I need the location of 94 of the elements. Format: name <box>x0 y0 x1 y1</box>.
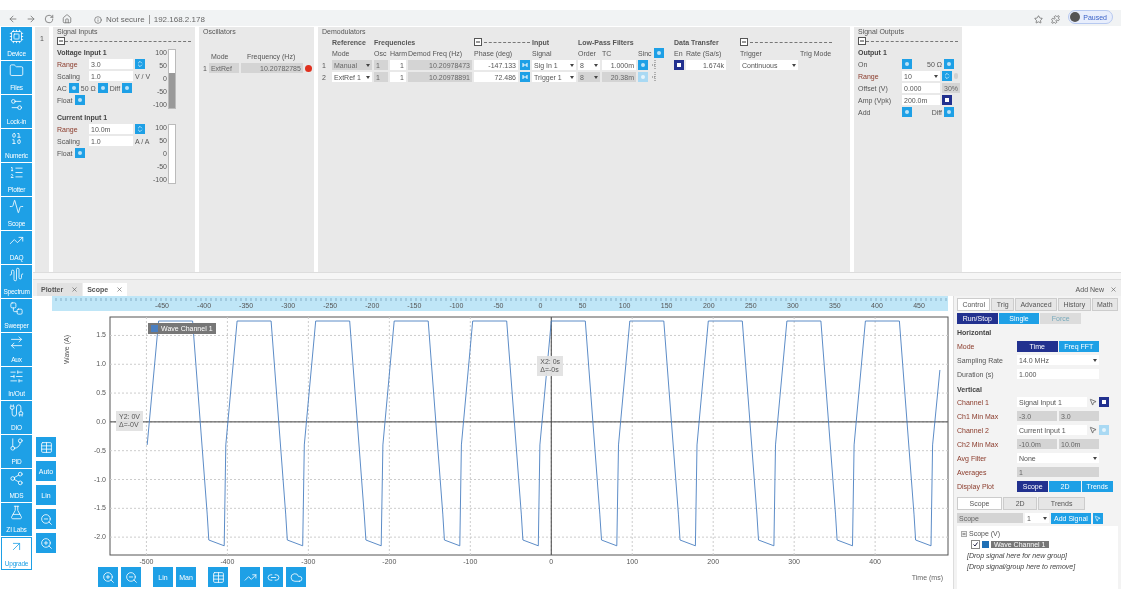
splitter-bar[interactable] <box>33 272 1121 280</box>
pointer-icon <box>1094 514 1102 522</box>
arrows-icon <box>136 60 144 68</box>
caret-icon <box>366 63 370 67</box>
zoom-out-icon <box>124 570 138 584</box>
close-icon[interactable] <box>71 286 79 293</box>
zero-phase-button[interactable] <box>520 72 530 82</box>
zoom-out-icon <box>39 512 53 526</box>
table-icon <box>211 570 225 584</box>
pointer-button[interactable] <box>1092 512 1103 524</box>
pointer-icon <box>1089 426 1097 434</box>
collapse-icon[interactable] <box>474 38 482 46</box>
home-icon[interactable] <box>62 14 72 24</box>
table-button[interactable] <box>208 567 228 587</box>
signal-checkbox[interactable] <box>971 540 980 549</box>
level-meter <box>168 124 176 184</box>
workflow-icon <box>9 301 24 316</box>
link-button[interactable] <box>263 567 283 587</box>
caret-icon <box>792 63 796 67</box>
cable-icon <box>9 403 24 418</box>
chip-icon <box>9 29 24 44</box>
share-icon <box>9 471 24 486</box>
auto-range-button[interactable] <box>135 59 145 69</box>
address-text: 192.168.2.178 <box>153 15 205 24</box>
toggle-button[interactable] <box>122 83 133 93</box>
collapse-icon[interactable] <box>740 38 748 46</box>
zero-phase-button[interactable] <box>520 60 530 70</box>
close-icon[interactable] <box>1110 286 1117 293</box>
pointer-icon <box>1089 398 1097 406</box>
toggle-button[interactable] <box>653 48 664 58</box>
zoom-in-button[interactable] <box>36 533 56 553</box>
pulse-icon <box>9 199 24 214</box>
branch-icon <box>9 437 24 452</box>
caret-icon <box>366 75 370 79</box>
toggle-button[interactable] <box>944 59 954 69</box>
phase-icon <box>522 74 528 80</box>
toggle-button[interactable] <box>68 83 79 93</box>
channel-enable-button[interactable] <box>1099 397 1109 407</box>
toggle-button[interactable] <box>944 107 954 117</box>
bracket-icon <box>652 72 658 82</box>
collapse-icon[interactable] <box>858 37 866 45</box>
table-button[interactable] <box>36 437 56 457</box>
star-icon[interactable] <box>1034 15 1044 24</box>
forward-icon[interactable] <box>26 14 36 24</box>
bracket-icon <box>652 60 658 70</box>
info-icon[interactable] <box>94 15 102 24</box>
cursor-line[interactable] <box>550 316 552 556</box>
reload-icon[interactable] <box>44 14 54 24</box>
legend-swatch <box>151 325 159 332</box>
toggle-button[interactable] <box>902 59 912 69</box>
arrows-icon <box>943 72 951 80</box>
cloud-button[interactable] <box>286 567 306 587</box>
chart-button[interactable] <box>240 567 260 587</box>
zoom-out-button[interactable] <box>121 567 141 587</box>
list-icon <box>9 165 24 180</box>
caret-icon <box>1043 516 1047 520</box>
table-icon <box>39 440 53 454</box>
caret-icon <box>934 74 938 78</box>
zoom-out-button[interactable] <box>36 509 56 529</box>
toggle-button[interactable] <box>674 60 684 70</box>
cloud-icon <box>289 570 303 584</box>
auto-range-button[interactable] <box>135 124 145 134</box>
zoom-in-icon <box>39 536 53 550</box>
security-label: Not secure <box>106 15 145 24</box>
waveform-icon <box>9 267 24 282</box>
zoom-in-icon <box>101 570 115 584</box>
caret-icon <box>594 75 598 79</box>
caret-icon <box>570 75 574 79</box>
toggle-button[interactable] <box>942 95 952 105</box>
puzzle-icon[interactable] <box>1051 15 1061 24</box>
back-icon[interactable] <box>8 14 18 24</box>
toggle-button[interactable] <box>902 107 912 117</box>
close-icon[interactable] <box>116 286 124 293</box>
zoom-in-button[interactable] <box>98 567 118 587</box>
avatar-icon <box>1070 12 1081 22</box>
caret-icon <box>570 63 574 67</box>
toggle-button[interactable] <box>97 83 108 93</box>
arrows-icon <box>9 335 24 350</box>
toggle-button[interactable] <box>74 95 85 105</box>
caret-icon <box>1093 456 1097 460</box>
phase-icon <box>522 62 528 68</box>
toggle-button[interactable] <box>638 72 648 82</box>
caret-icon <box>1093 358 1097 362</box>
collapse-icon[interactable] <box>57 37 65 45</box>
binary-icon <box>9 131 24 146</box>
toggle-button[interactable] <box>638 60 648 70</box>
cursor-line[interactable] <box>109 421 949 423</box>
folder-icon <box>9 63 24 78</box>
arrows-icon <box>136 125 144 133</box>
sliders-icon <box>9 369 24 384</box>
flask-icon <box>9 505 24 520</box>
caret-icon <box>594 63 598 67</box>
toggle-button[interactable] <box>74 148 85 158</box>
auto-range-button[interactable] <box>942 71 952 81</box>
